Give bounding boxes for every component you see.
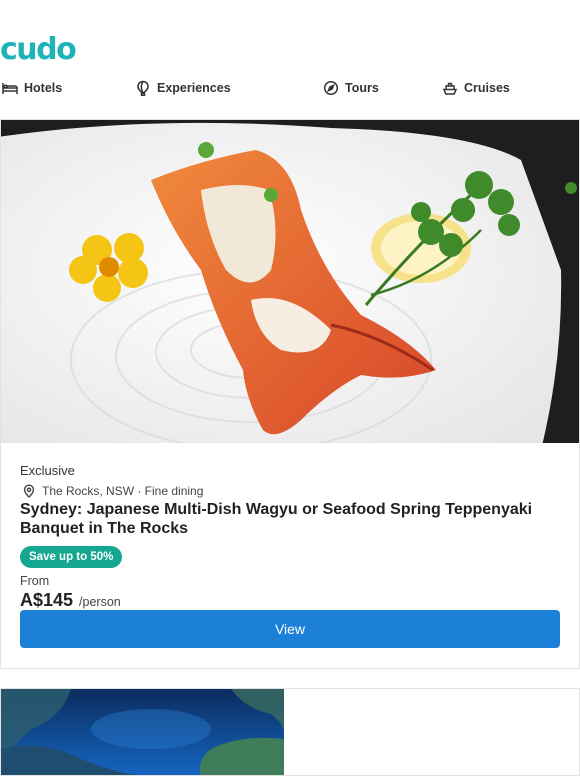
nav-item-tours[interactable]: Tours	[323, 80, 379, 96]
nav-item-experiences[interactable]: Experiences	[135, 80, 231, 96]
cudo-logo[interactable]: cudo	[0, 30, 77, 70]
price-amount: A$145	[20, 590, 74, 610]
deal-location: The Rocks, NSW · Fine dining	[20, 484, 203, 498]
deal-card[interactable]: Exclusive The Rocks, NSW · Fine dining S…	[0, 119, 580, 669]
nav-item-cruises[interactable]: Cruises	[442, 80, 510, 96]
main-nav: Hotels Experiences Tours Cruises	[0, 80, 580, 100]
discount-badge: Save up to 50%	[20, 546, 123, 568]
ship-icon	[442, 80, 458, 96]
price-unit: /person	[79, 595, 121, 609]
location-pin-icon	[22, 484, 36, 498]
price: A$145 /person	[20, 590, 121, 611]
deal-tag: Exclusive	[20, 463, 75, 478]
deal-location-text: The Rocks, NSW · Fine dining	[42, 484, 204, 498]
nav-label-hotels: Hotels	[24, 81, 63, 95]
next-deal-card-2[interactable]	[284, 688, 580, 776]
underwater-image[interactable]	[1, 689, 285, 775]
deal-image[interactable]	[1, 120, 579, 443]
deal-title[interactable]: Sydney: Japanese Multi-Dish Wagyu or Sea…	[20, 500, 565, 538]
nav-item-hotels[interactable]: Hotels	[2, 80, 62, 96]
balloon-icon	[135, 80, 151, 96]
nav-label-experiences: Experiences	[157, 81, 231, 95]
nav-label-tours: Tours	[345, 81, 379, 95]
view-button[interactable]: View	[20, 610, 560, 648]
next-deal-card[interactable]	[0, 688, 286, 776]
compass-icon	[323, 80, 339, 96]
price-from-label: From	[20, 574, 50, 588]
bed-icon	[2, 80, 18, 96]
nav-label-cruises: Cruises	[464, 81, 510, 95]
